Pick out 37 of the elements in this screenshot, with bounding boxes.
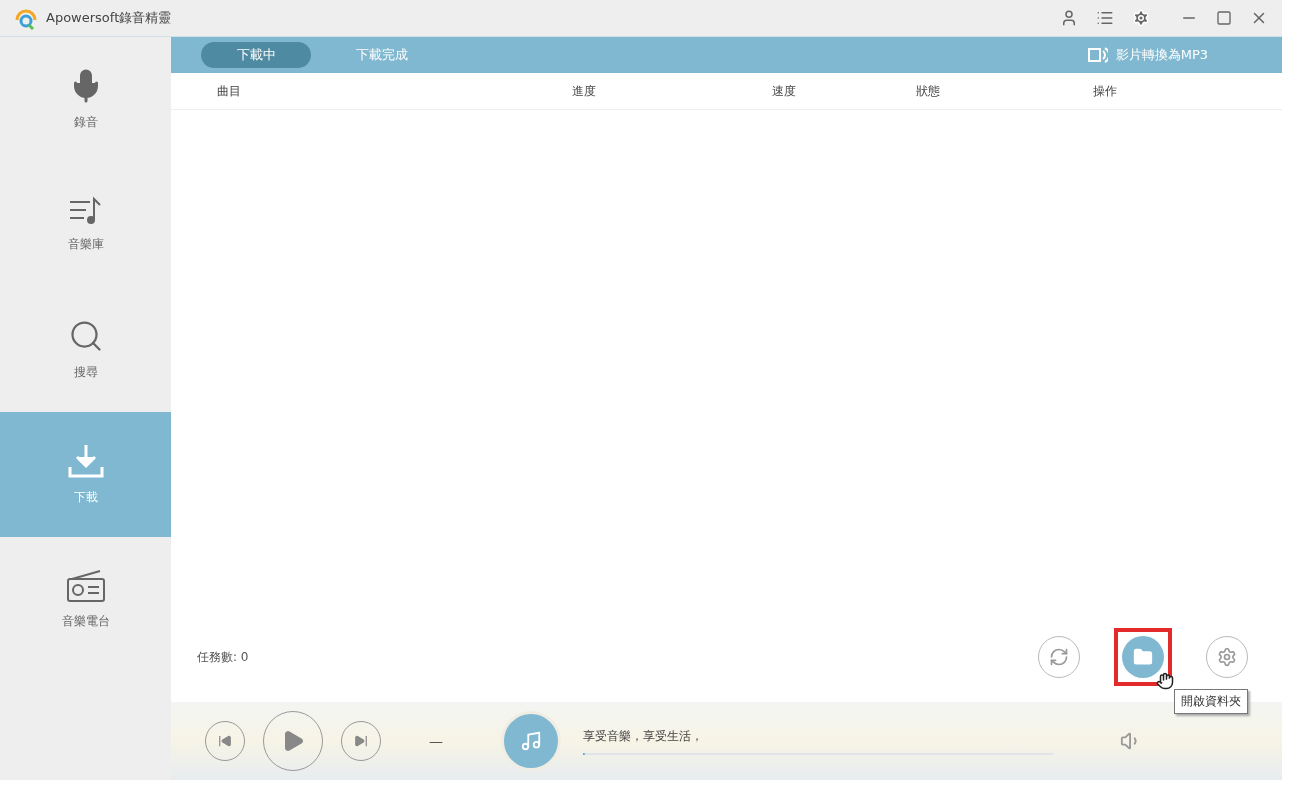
sidebar-label: 下載: [73, 489, 98, 506]
tooltip: 開啟資料夾: [1174, 689, 1248, 714]
sidebar-label: 搜尋: [73, 364, 98, 381]
sidebar-item[interactable]: 錄音: [0, 37, 171, 162]
maximize-icon[interactable]: [1216, 10, 1232, 26]
column-header: 狀態: [916, 82, 941, 100]
previous-icon: [218, 734, 232, 748]
task-count: 任務數: 0: [197, 648, 250, 666]
sidebar-label: 錄音: [73, 114, 98, 131]
sidebar-label: 音樂庫: [67, 236, 104, 253]
refresh-icon: [1049, 647, 1069, 667]
now-playing-text: 享受音樂，享受生活，: [583, 727, 704, 745]
column-header: 操作: [1093, 82, 1118, 100]
column-header: 曲目: [217, 82, 242, 100]
sidebar-item[interactable]: 音樂電台: [0, 537, 171, 662]
user-icon[interactable]: [1060, 9, 1078, 27]
sidebar-label: 音樂電台: [61, 613, 110, 630]
music-note-icon: [520, 730, 542, 752]
action-button[interactable]: [1122, 636, 1164, 678]
next-icon: [354, 734, 368, 748]
window-title: Apowersoft錄音精靈: [46, 9, 173, 27]
settings-icon[interactable]: [1132, 9, 1150, 27]
folder-icon: [1133, 647, 1153, 667]
sidebar-item[interactable]: 音樂庫: [0, 162, 171, 287]
track-title: —: [429, 733, 443, 749]
action-button[interactable]: [1038, 636, 1080, 678]
hand-cursor-icon: [1156, 672, 1174, 690]
settings-icon: [1217, 647, 1237, 667]
menu-icon[interactable]: [1096, 9, 1114, 27]
tab[interactable]: 下載中: [201, 42, 311, 68]
sidebar-item[interactable]: 搜尋: [0, 287, 171, 412]
action-button[interactable]: [1206, 636, 1248, 678]
video-audio-icon: [1087, 46, 1108, 64]
column-header: 速度: [772, 82, 797, 100]
column-header: 進度: [572, 82, 597, 100]
download-icon: [66, 443, 105, 479]
radio-icon: [65, 569, 106, 603]
